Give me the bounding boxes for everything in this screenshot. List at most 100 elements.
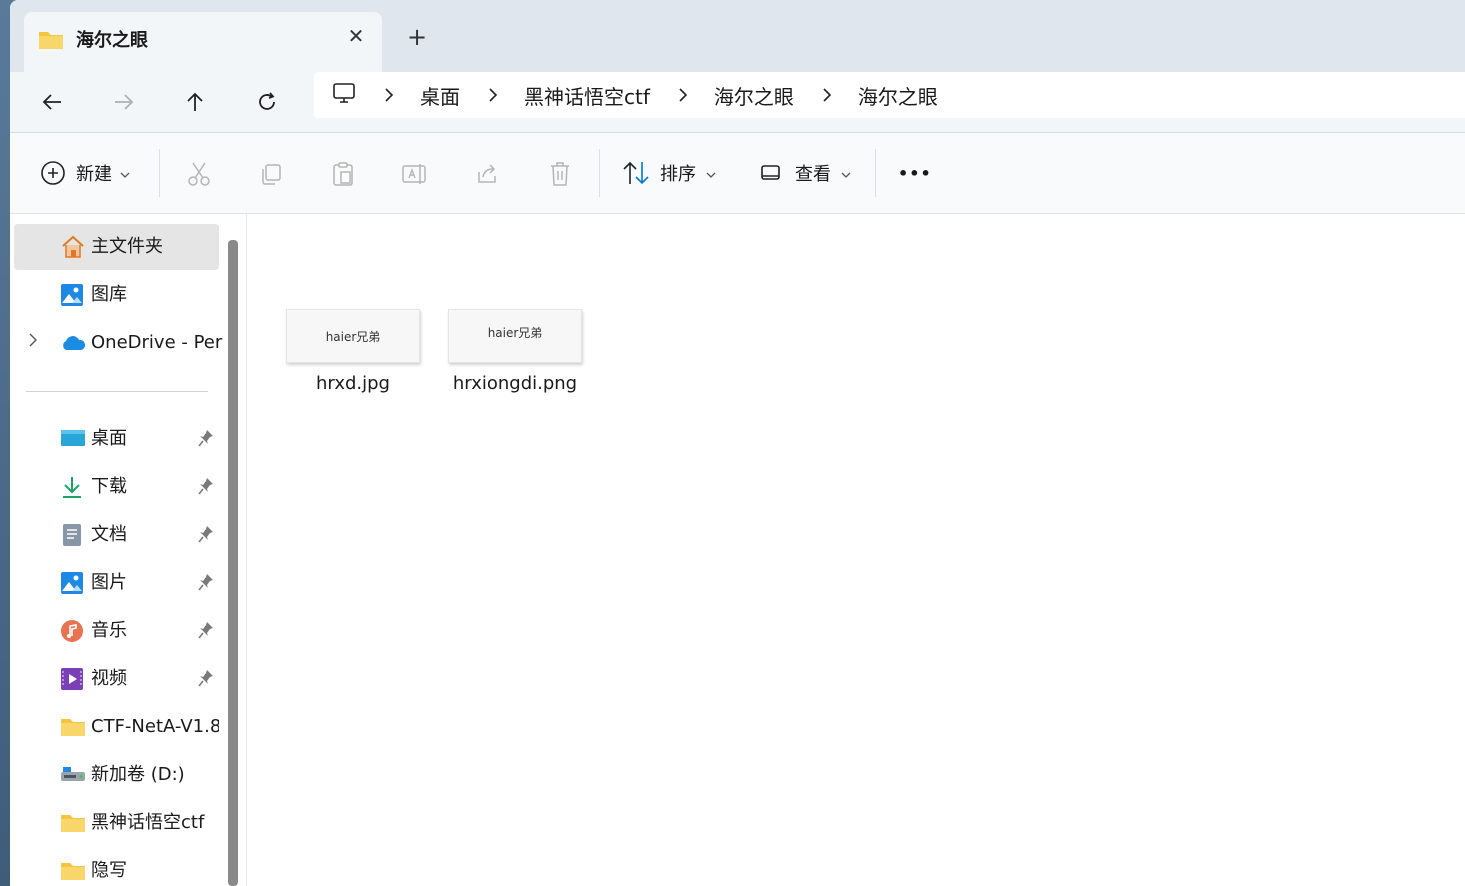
arrow-up-icon — [187, 92, 203, 111]
chevron-down-icon — [841, 163, 851, 184]
sidebar-item-ctf-neta[interactable]: CTF-NetA-V1.8 — [14, 704, 219, 750]
chevron-right-icon[interactable] — [678, 88, 688, 102]
sidebar-item-label: OneDrive - Per — [91, 332, 223, 353]
chevron-down-icon — [120, 163, 130, 184]
tab-title: 海尔之眼 — [76, 30, 148, 51]
toolbar-divider — [159, 149, 160, 197]
rename-button[interactable] — [398, 157, 432, 191]
pin-icon[interactable] — [198, 525, 214, 548]
sidebar-item-drive-d[interactable]: 新加卷 (D:) — [14, 752, 219, 798]
sort-button[interactable]: 排序 — [622, 153, 716, 193]
sidebar-item-label: 下载 — [91, 476, 127, 497]
back-button[interactable] — [32, 82, 72, 122]
pin-icon[interactable] — [198, 669, 214, 692]
this-pc-icon[interactable] — [332, 82, 356, 109]
folder-icon — [38, 28, 64, 54]
close-tab-button[interactable]: ✕ — [342, 22, 370, 50]
navigation-bar: 桌面 黑神话悟空ctf 海尔之眼 海尔之眼 — [10, 72, 1465, 133]
sidebar-item-label: 文档 — [91, 524, 127, 545]
address-bar[interactable]: 桌面 黑神话悟空ctf 海尔之眼 海尔之眼 — [314, 72, 1465, 118]
delete-button[interactable] — [543, 157, 577, 191]
sidebar-item-label: 桌面 — [91, 428, 127, 449]
sidebar-item-label: 新加卷 (D:) — [91, 764, 185, 785]
file-item[interactable]: haier兄弟 hrxd.jpg — [283, 309, 423, 394]
title-bar: 海尔之眼 ✕ + — [10, 0, 1465, 72]
sidebar-item-label: 主文件夹 — [91, 236, 163, 257]
videos-icon — [60, 667, 86, 691]
chevron-right-icon[interactable] — [384, 88, 394, 102]
paste-button[interactable] — [326, 157, 360, 191]
breadcrumb-item-haier-eye-current[interactable]: 海尔之眼 — [858, 81, 938, 110]
refresh-button[interactable] — [247, 82, 287, 122]
sidebar-item-music[interactable]: 音乐 — [14, 608, 219, 654]
refresh-icon — [259, 92, 275, 110]
file-thumbnail: haier兄弟 — [286, 309, 420, 363]
navigation-pane: 主文件夹 图库 OneDrive - Per 桌面 下载 文档 图片 音乐 视频… — [10, 214, 246, 886]
copy-button[interactable] — [254, 157, 288, 191]
file-thumbnail: haier兄弟 — [448, 309, 582, 363]
sidebar-item-label: CTF-NetA-V1.8 — [91, 716, 219, 737]
sidebar-item-steganography[interactable]: 隐写 — [14, 848, 219, 886]
sidebar-scrollbar[interactable] — [228, 240, 238, 886]
breadcrumb-item-desktop[interactable]: 桌面 — [420, 81, 460, 110]
sidebar-item-pictures[interactable]: 图片 — [14, 560, 219, 606]
view-icon — [760, 163, 782, 183]
sidebar-divider — [26, 391, 208, 392]
home-icon — [60, 235, 86, 259]
cut-button[interactable] — [182, 157, 216, 191]
file-name: hrxd.jpg — [316, 373, 390, 394]
new-button[interactable]: 新建 — [40, 153, 130, 193]
explorer-window: 海尔之眼 ✕ + 桌面 黑神话悟空ctf 海尔之眼 海尔之眼 新建 排序 查看 … — [10, 0, 1465, 886]
sidebar-item-label: 音乐 — [91, 620, 127, 641]
arrow-right-icon — [115, 94, 134, 110]
sidebar-item-documents[interactable]: 文档 — [14, 512, 219, 558]
sidebar-item-label: 隐写 — [91, 860, 127, 881]
chevron-right-icon[interactable] — [488, 88, 498, 102]
sidebar-item-label: 视频 — [91, 668, 127, 689]
sidebar-item-label: 图库 — [91, 284, 127, 305]
pin-icon[interactable] — [198, 477, 214, 500]
sidebar-item-wukong-ctf[interactable]: 黑神话悟空ctf — [14, 800, 219, 846]
download-icon — [60, 475, 86, 499]
documents-icon — [60, 523, 86, 547]
folder-icon — [60, 859, 86, 883]
new-label: 新建 — [76, 164, 112, 185]
up-button[interactable] — [175, 82, 215, 122]
pin-icon[interactable] — [198, 573, 214, 596]
sidebar-item-downloads[interactable]: 下载 — [14, 464, 219, 510]
more-options-button[interactable]: ••• — [898, 153, 932, 193]
sidebar-item-gallery[interactable]: 图库 — [14, 272, 219, 318]
chevron-right-icon[interactable] — [822, 88, 832, 102]
sidebar-item-onedrive[interactable]: OneDrive - Per — [14, 320, 229, 366]
arrow-left-icon — [42, 94, 61, 110]
cut-icon — [188, 162, 210, 186]
toolbar-divider — [875, 149, 876, 197]
folder-icon — [60, 811, 86, 835]
pin-icon[interactable] — [198, 621, 214, 644]
file-item[interactable]: haier兄弟 hrxiongdi.png — [445, 309, 585, 394]
view-button[interactable]: 查看 — [760, 153, 851, 193]
chevron-right-icon[interactable] — [28, 332, 38, 353]
copy-icon — [262, 164, 281, 185]
breadcrumb-item-haier-eye[interactable]: 海尔之眼 — [714, 81, 794, 110]
breadcrumb-item-wukong-ctf[interactable]: 黑神话悟空ctf — [524, 81, 650, 110]
sidebar-item-desktop[interactable]: 桌面 — [14, 416, 219, 462]
sidebar-item-label: 图片 — [91, 572, 127, 593]
command-bar: 新建 排序 查看 ••• — [10, 133, 1465, 214]
forward-button[interactable] — [104, 82, 144, 122]
onedrive-icon — [60, 331, 86, 355]
pin-icon[interactable] — [198, 429, 214, 452]
plus-circle-icon — [40, 160, 66, 186]
file-list-area: haier兄弟 hrxd.jpg haier兄弟 hrxiongdi.png — [246, 214, 1465, 886]
tab-haier-eye[interactable]: 海尔之眼 ✕ — [24, 12, 382, 72]
drive-icon — [60, 763, 86, 787]
new-tab-button[interactable]: + — [402, 22, 432, 52]
folder-icon — [60, 715, 86, 739]
sidebar-item-home[interactable]: 主文件夹 — [14, 224, 219, 270]
share-button[interactable] — [470, 157, 504, 191]
breadcrumb: 桌面 黑神话悟空ctf 海尔之眼 海尔之眼 — [332, 72, 938, 118]
trash-icon — [551, 162, 569, 186]
music-icon — [60, 619, 86, 643]
desktop-icon — [60, 427, 86, 451]
sidebar-item-videos[interactable]: 视频 — [14, 656, 219, 702]
